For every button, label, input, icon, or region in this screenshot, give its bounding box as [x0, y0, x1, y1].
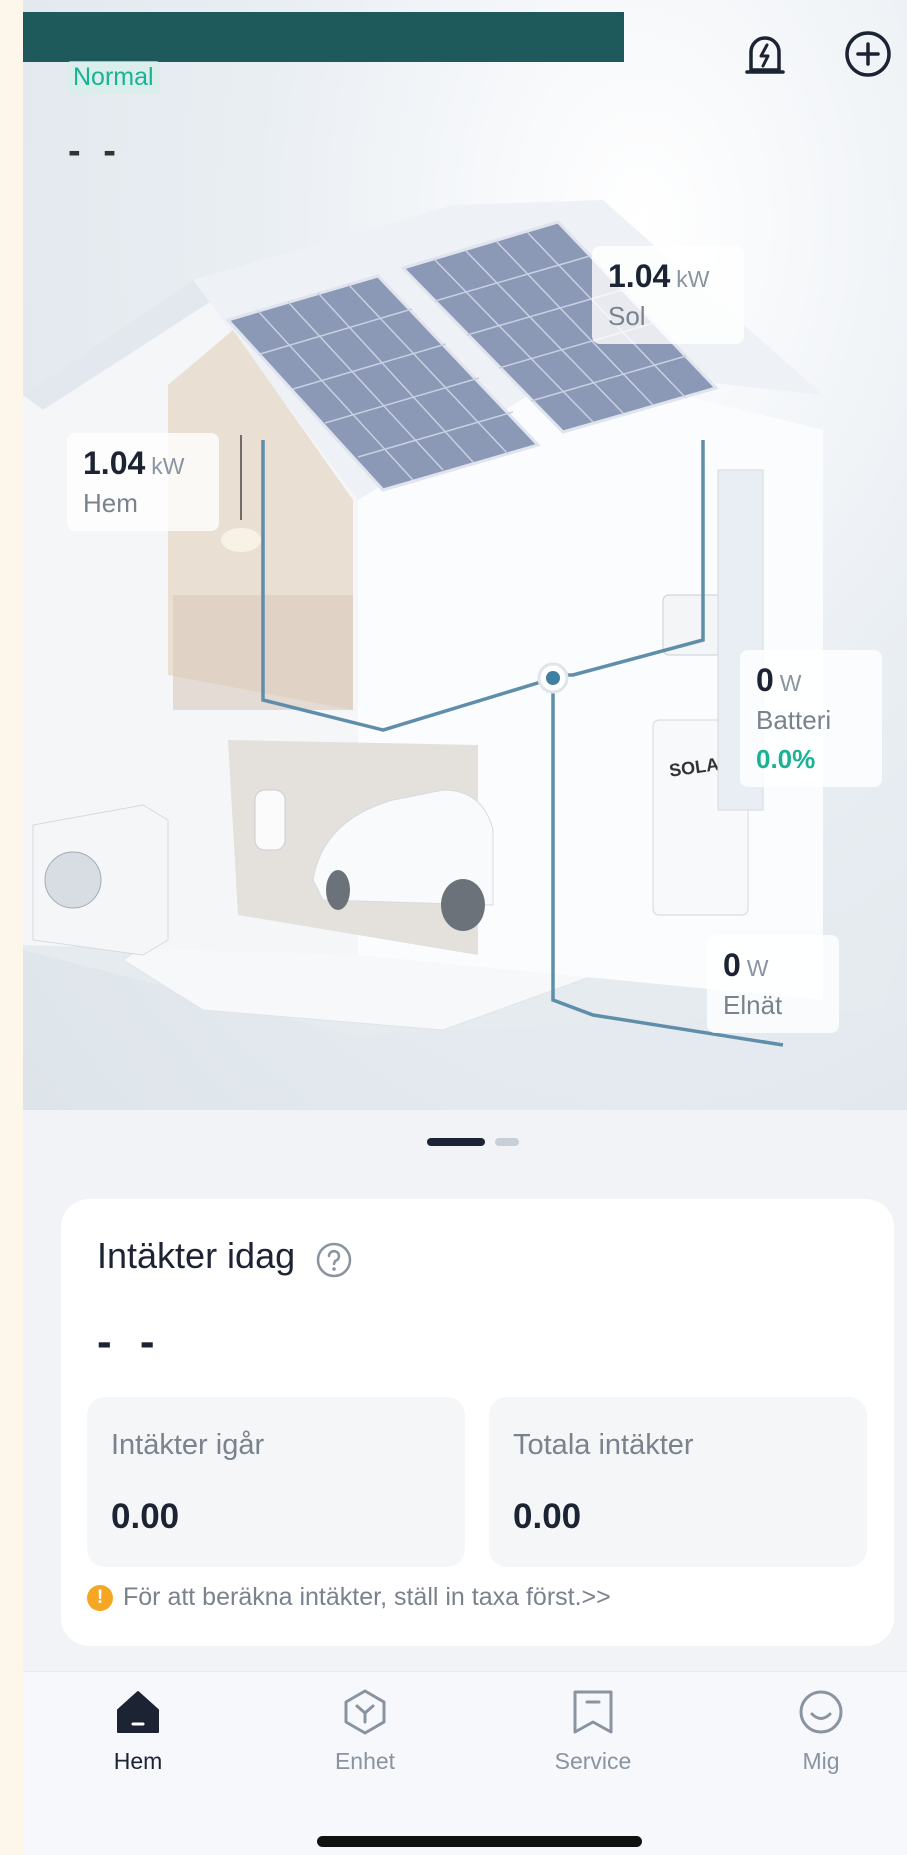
yesterday-income-label: Intäkter igår	[111, 1429, 265, 1461]
tariff-notice-link[interactable]: ! För att beräkna intäkter, ställ in tax…	[87, 1583, 611, 1612]
batteri-card[interactable]: 0W Batteri 0.0%	[740, 650, 882, 787]
sol-unit: kW	[676, 266, 710, 292]
batteri-unit: W	[779, 670, 802, 696]
bottom-tab-bar: Hem Enhet Service Mig	[23, 1671, 907, 1855]
batteri-soc: 0.0%	[756, 744, 816, 774]
tab-service-label: Service	[554, 1748, 632, 1774]
elnat-label: Elnät	[723, 990, 783, 1020]
total-income-box: Totala intäkter 0.00	[489, 1397, 867, 1567]
yesterday-income-value: 0.00	[111, 1497, 180, 1536]
app-screen: SOLAX Normal - - 1.04 kW Sol 1.04 kW Hem…	[23, 0, 907, 1855]
sol-label: Sol	[608, 301, 646, 331]
hem-card[interactable]: 1.04 kW Hem	[67, 433, 219, 531]
sol-value: 1.04	[608, 258, 671, 294]
elnat-card[interactable]: 0W Elnät	[707, 935, 839, 1033]
alarm-icon[interactable]	[737, 26, 793, 82]
income-card: Intäkter idag - - Intäkter igår 0.00 Tot…	[61, 1199, 894, 1646]
tab-enhet-label: Enhet	[334, 1748, 396, 1774]
page-dot[interactable]	[495, 1138, 519, 1146]
hem-label: Hem	[83, 488, 138, 518]
tariff-notice-text: För att beräkna intäkter, ställ in taxa …	[123, 1583, 611, 1611]
header-value: - -	[68, 130, 122, 172]
redacted-plant-name	[23, 12, 624, 62]
batteri-label: Batteri	[756, 705, 832, 735]
hem-value: 1.04	[83, 445, 146, 481]
status-badge: Normal	[67, 61, 160, 94]
device-icon	[344, 1689, 386, 1735]
tab-service[interactable]: Service	[523, 1686, 663, 1775]
batteri-value: 0	[756, 662, 774, 698]
tab-mig-label: Mig	[802, 1748, 840, 1774]
income-today-value: - -	[97, 1317, 163, 1366]
help-icon[interactable]	[315, 1241, 353, 1279]
page-indicator[interactable]	[427, 1138, 547, 1148]
smile-icon	[799, 1690, 843, 1734]
tab-hem[interactable]: Hem	[68, 1686, 208, 1775]
yesterday-income-box: Intäkter igår 0.00	[87, 1397, 465, 1567]
total-income-label: Totala intäkter	[513, 1429, 694, 1461]
sol-card[interactable]: 1.04 kW Sol	[592, 246, 744, 344]
warning-icon: !	[87, 1584, 113, 1611]
add-icon[interactable]	[840, 26, 896, 82]
bookmark-icon	[573, 1690, 613, 1734]
energy-flow-hero: SOLAX Normal - - 1.04 kW Sol 1.04 kW Hem…	[23, 0, 907, 1110]
elnat-value: 0	[723, 947, 741, 983]
elnat-unit: W	[746, 955, 769, 981]
tab-enhet[interactable]: Enhet	[295, 1686, 435, 1775]
page-dot-active[interactable]	[427, 1138, 485, 1146]
total-income-value: 0.00	[513, 1497, 582, 1536]
tab-hem-label: Hem	[113, 1748, 163, 1774]
home-icon	[117, 1691, 159, 1733]
hem-unit: kW	[151, 453, 185, 479]
income-title: Intäkter idag	[97, 1235, 296, 1276]
tab-mig[interactable]: Mig	[751, 1686, 891, 1775]
home-indicator[interactable]	[317, 1836, 642, 1847]
